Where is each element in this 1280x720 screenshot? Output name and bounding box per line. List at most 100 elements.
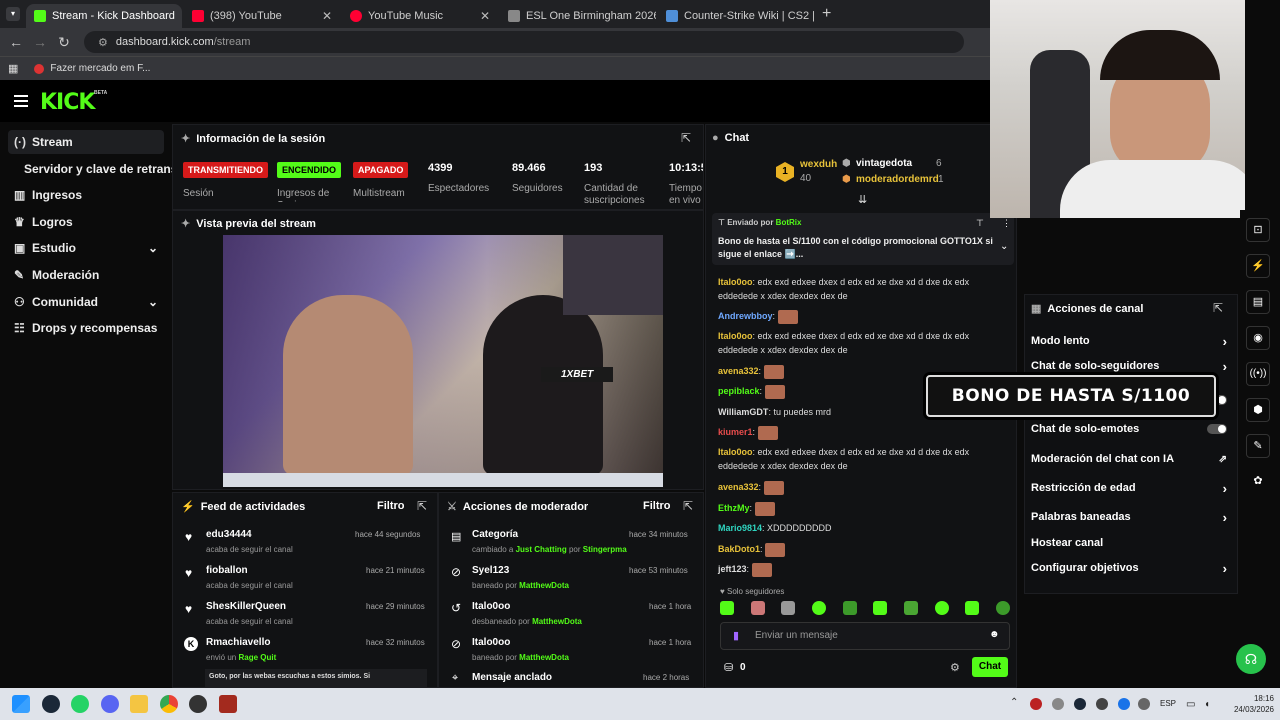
chat-username[interactable]: pepiblack xyxy=(718,386,760,396)
emote-icon[interactable] xyxy=(811,601,826,615)
chat-username[interactable]: Italo0oo xyxy=(718,331,753,341)
support-icon[interactable]: ☊ xyxy=(1236,644,1266,674)
modaction-subject[interactable]: Italo0oo xyxy=(472,601,510,612)
windows-start-icon[interactable] xyxy=(12,695,30,713)
leaderboard-user[interactable]: wexduh xyxy=(800,159,837,170)
popout-icon[interactable]: ⇱ xyxy=(417,499,427,513)
modaction-moderator[interactable]: MatthewDota xyxy=(532,617,582,626)
broadcast-icon[interactable]: ((•)) xyxy=(1246,362,1270,386)
ai-moderation-row[interactable]: Moderación del chat con IA ⇗ xyxy=(1031,448,1227,470)
menu-icon[interactable] xyxy=(14,95,28,107)
sidebar-item-server-key[interactable]: Servidor y clave de retransm xyxy=(18,157,172,181)
tab-youtube[interactable]: (398) YouTube ✕ xyxy=(184,4,340,28)
tray-icon[interactable] xyxy=(1074,698,1086,710)
popout-icon[interactable]: ⇱ xyxy=(681,131,691,145)
tray-icon[interactable] xyxy=(1096,698,1108,710)
close-icon[interactable]: ✕ xyxy=(316,9,332,23)
modaction-moderator[interactable]: Stingerpma xyxy=(583,545,627,554)
chevron-down-icon[interactable]: ⌄ xyxy=(1000,241,1008,252)
chat-input[interactable]: ▮ Enviar un mensaje ☻ xyxy=(720,622,1010,650)
slow-mode-row[interactable]: Modo lento › xyxy=(1031,330,1227,352)
bolt-icon[interactable]: ⚡ xyxy=(1246,254,1270,278)
feed-user[interactable]: Rmachiavello xyxy=(206,637,270,648)
reload-icon[interactable]: ↻ xyxy=(52,34,76,51)
clock[interactable]: 18:16 24/03/2026 xyxy=(1222,693,1274,715)
followers-only-row[interactable]: Chat de solo-seguidores › xyxy=(1031,355,1227,377)
tray-icon[interactable] xyxy=(1052,698,1064,710)
chat-username[interactable]: Mario9814 xyxy=(718,523,762,533)
leaderboard-user[interactable]: vintagedota xyxy=(856,158,912,169)
mic-icon[interactable] xyxy=(1138,698,1150,710)
expand-icon[interactable]: ⇊ xyxy=(858,193,867,206)
chat-username[interactable]: WilliamGDT xyxy=(718,407,768,417)
modaction-moderator[interactable]: MatthewDota xyxy=(519,581,569,590)
host-channel-row[interactable]: Hostear canal xyxy=(1031,532,1227,554)
chat-bubble-icon[interactable]: ◉ xyxy=(1246,326,1270,350)
feed-filter-button[interactable]: Filtro xyxy=(377,500,405,512)
sidebar-item-ingresos[interactable]: ▥ Ingresos xyxy=(8,183,164,207)
back-icon[interactable]: ← xyxy=(4,34,28,50)
emote-icon[interactable] xyxy=(781,601,796,615)
bookmark-item[interactable]: Fazer mercado em F... xyxy=(50,63,150,74)
sidebar-item-moderacion[interactable]: ✎ Moderación xyxy=(8,263,164,287)
tab-youtube-music[interactable]: YouTube Music ✕ xyxy=(342,4,498,28)
chat-username[interactable]: avena332 xyxy=(718,366,759,376)
modaction-subject[interactable]: Italo0oo xyxy=(472,637,510,648)
forward-icon[interactable]: → xyxy=(28,34,52,50)
gear-icon[interactable]: ⚙ xyxy=(950,661,960,674)
url-field[interactable]: ⚙ dashboard.kick.com/stream xyxy=(84,31,964,53)
kick-logo[interactable]: KICK xyxy=(40,90,95,115)
emote-icon[interactable] xyxy=(903,601,918,615)
palette-icon[interactable]: ✿ xyxy=(1246,470,1270,494)
chat-username[interactable]: avena332 xyxy=(718,482,759,492)
toggle-switch[interactable] xyxy=(1207,424,1227,434)
obs-icon[interactable] xyxy=(189,695,207,713)
points-icon[interactable]: ⛁ xyxy=(724,661,733,674)
sidebar-item-estudio[interactable]: ▣ Estudio ⌄ xyxy=(8,236,164,260)
chat-username[interactable]: jeft123 xyxy=(718,564,747,574)
document-icon[interactable]: ▤ xyxy=(1246,290,1270,314)
chat-username[interactable]: Andrewbboy xyxy=(718,311,773,321)
dota-icon[interactable] xyxy=(219,695,237,713)
folder-icon[interactable] xyxy=(130,695,148,713)
chrome-icon[interactable] xyxy=(160,695,178,713)
emote-icon[interactable] xyxy=(842,601,857,615)
shield-icon[interactable]: ⬢ xyxy=(1246,398,1270,422)
modaction-moderator[interactable]: MatthewDota xyxy=(519,653,569,662)
sidebar-item-drops[interactable]: ☷ Drops y recompensas xyxy=(8,316,164,340)
popout-icon[interactable]: ⇱ xyxy=(1213,301,1223,315)
unpin-icon[interactable]: ⊤ xyxy=(976,218,984,229)
modaction-subject[interactable]: Syel123 xyxy=(472,565,509,576)
feed-user[interactable]: edu34444 xyxy=(206,529,252,540)
banned-words-row[interactable]: Palabras baneadas › xyxy=(1031,506,1227,528)
tray-icon[interactable] xyxy=(1030,698,1042,710)
chat-username[interactable]: Italo0oo xyxy=(718,277,753,287)
speaker-icon[interactable]: ◖ xyxy=(1204,699,1210,710)
popout-icon[interactable]: ⇱ xyxy=(683,499,693,513)
emote-icon[interactable] xyxy=(720,601,734,615)
tab-esl[interactable]: ESL One Birmingham 2026: Gro✕ xyxy=(500,4,656,28)
discord-icon[interactable] xyxy=(101,695,119,713)
emote-only-row[interactable]: Chat de solo-emotes xyxy=(1031,418,1227,440)
chat-username[interactable]: Italo0oo xyxy=(718,447,753,457)
emoji-icon[interactable]: ☻ xyxy=(989,629,1000,640)
feed-user[interactable]: ShesKillerQueen xyxy=(206,601,286,612)
bluetooth-icon[interactable] xyxy=(1118,698,1130,710)
modaction-category[interactable]: Just Chatting xyxy=(516,545,567,554)
feed-user[interactable]: fioballon xyxy=(206,565,248,576)
tab-kick[interactable]: Stream - Kick Dashboard✕ xyxy=(26,4,182,28)
new-tab-button[interactable]: + xyxy=(822,5,831,23)
tab-liquipedia[interactable]: Counter-Strike Wiki | CS2 | Liqu✕ xyxy=(658,4,814,28)
pinned-user[interactable]: BotRix xyxy=(776,218,802,227)
emote-icon[interactable] xyxy=(873,601,888,615)
close-icon[interactable]: ✕ xyxy=(175,9,182,23)
modactions-filter-button[interactable]: Filtro xyxy=(643,500,671,512)
goals-row[interactable]: Configurar objetivos › xyxy=(1031,557,1227,579)
tab-search-icon[interactable]: ▾ xyxy=(6,7,20,21)
emote-icon[interactable] xyxy=(750,601,765,615)
emote-icon[interactable] xyxy=(995,601,1010,615)
camera-icon[interactable]: ⊡ xyxy=(1246,218,1270,242)
close-icon[interactable]: ✕ xyxy=(474,9,490,23)
language-indicator[interactable]: ESP xyxy=(1160,699,1176,708)
whatsapp-icon[interactable] xyxy=(71,695,89,713)
